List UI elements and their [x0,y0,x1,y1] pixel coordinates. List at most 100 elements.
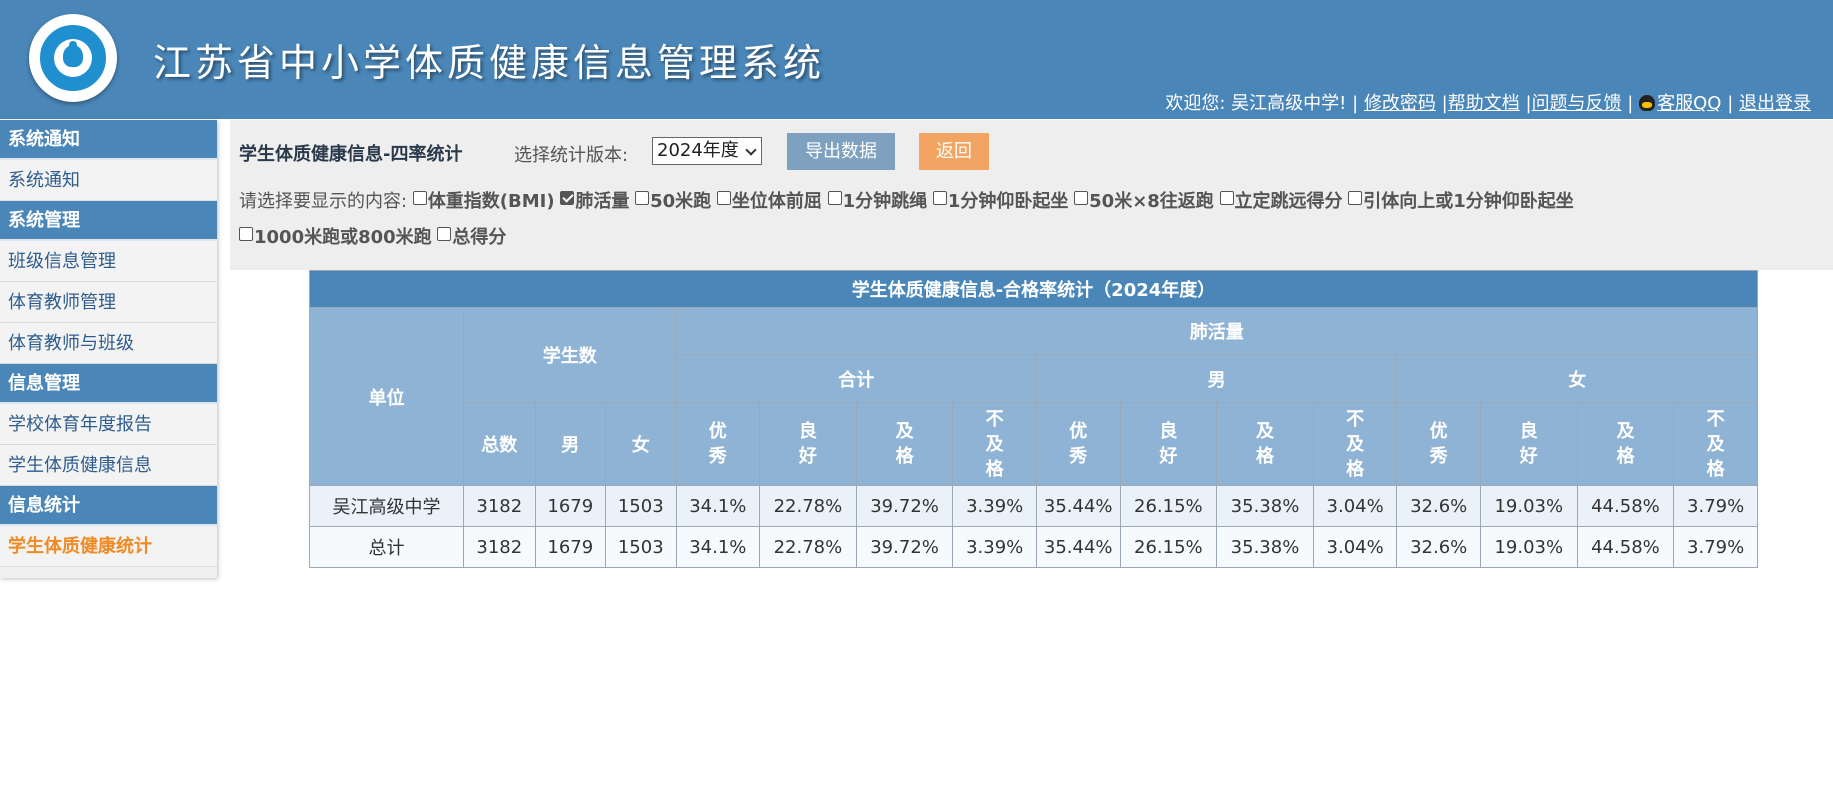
sidebar-item-health-info[interactable]: 学生体质健康信息 [0,445,217,486]
system-title: 江苏省中小学体质健康信息管理系统 [153,41,826,85]
sidebar-item-teacher-class[interactable]: 体育教师与班级 [0,323,217,364]
chevron-down-icon [745,144,757,156]
count-header-male: 男 [534,402,607,486]
cell-male: 1679 [534,485,607,527]
unit-header: 单位 [308,307,465,486]
option-6[interactable]: 50米×8往返跑 [1074,191,1214,212]
checkbox-icon[interactable] [827,191,842,205]
toolbar: 学生体质健康信息-四率统计 选择统计版本: 2024年度 导出数据 返回 请选择… [230,120,1833,270]
cell-girls: 19.03% [1479,485,1578,527]
cell-boys: 35.38% [1216,526,1314,568]
checkbox-icon[interactable] [932,191,947,205]
qq-service-link[interactable]: 客服QQ [1657,93,1721,114]
welcome-text: 欢迎您: 吴江高级中学! [1165,93,1347,114]
grade-header: 不 及 格 [1312,402,1398,486]
checkbox-icon[interactable] [560,191,575,205]
metric-header: 肺活量 [675,307,1759,355]
option-8[interactable]: 引体向上或1分钟仰卧起坐 [1348,191,1574,212]
cell-total: 3182 [463,526,536,568]
logout-link[interactable]: 退出登录 [1739,93,1811,114]
cell-boys: 35.44% [1035,526,1121,568]
version-select[interactable]: 2024年度 [652,137,762,165]
version-label: 选择统计版本: [514,145,629,166]
cell-female: 1503 [605,526,677,568]
checkbox-icon[interactable] [1348,191,1363,205]
cell-boys: 35.44% [1035,485,1121,527]
grade-header: 良 好 [1119,402,1218,486]
cell-unit: 吴江高级中学 [308,485,465,527]
checkbox-icon[interactable] [1074,191,1089,205]
sidebar-section-stats[interactable]: 信息统计 [0,486,217,526]
option-3[interactable]: 坐位体前屈 [716,191,822,212]
count-header-female: 女 [605,402,677,486]
qq-penguin-icon [1639,95,1656,111]
cell-boys: 26.15% [1119,485,1218,527]
grade-header: 及 格 [855,402,954,486]
checkbox-icon[interactable] [437,227,452,241]
header-bar: 江苏省中小学体质健康信息管理系统 欢迎您: 吴江高级中学! | 修改密码 |帮助… [0,0,1833,119]
cell-girls: 44.58% [1576,526,1675,568]
sidebar-section-info[interactable]: 信息管理 [0,364,217,404]
grade-header: 良 好 [1479,402,1578,486]
grade-header: 及 格 [1576,402,1675,486]
user-bar: 欢迎您: 吴江高级中学! | 修改密码 |帮助文档 |问题与反馈 | 客服QQ … [1165,93,1811,114]
sidebar-item-pe-teacher[interactable]: 体育教师管理 [0,282,217,323]
checkbox-icon[interactable] [716,191,731,205]
sidebar-section-notice[interactable]: 系统通知 [0,120,217,160]
sidebar-section-system[interactable]: 系统管理 [0,201,217,241]
option-9[interactable]: 1000米跑或800米跑 [239,227,432,248]
students-header: 学生数 [463,307,677,403]
option-2[interactable]: 50米跑 [635,191,711,212]
group-header-male: 男 [1035,354,1398,403]
change-password-link[interactable]: 修改密码 [1364,93,1436,114]
cell-all: 22.78% [759,526,857,568]
option-4[interactable]: 1分钟跳绳 [827,191,927,212]
export-button[interactable]: 导出数据 [787,133,895,170]
option-label: 立定跳远得分 [1234,191,1343,212]
checkbox-icon[interactable] [412,191,427,205]
checkbox-icon[interactable] [635,191,650,205]
table-caption: 学生体质健康信息-合格率统计（2024年度） [309,270,1758,308]
grade-header: 及 格 [1216,402,1314,486]
option-5[interactable]: 1分钟仰卧起坐 [932,191,1069,212]
choose-label: 请选择要显示的内容: [239,191,408,212]
sidebar-item-notice[interactable]: 系统通知 [0,160,217,201]
option-1[interactable]: 肺活量 [560,191,629,212]
option-label: 总得分 [452,227,507,248]
cell-all: 3.39% [952,526,1037,568]
option-10[interactable]: 总得分 [437,227,506,248]
option-0[interactable]: 体重指数(BMI) [412,191,555,212]
option-label: 50米跑 [650,191,712,212]
option-label: 引体向上或1分钟仰卧起坐 [1363,191,1574,212]
table-row: 吴江高级中学 3182 1679 1503 34.1% 22.78% 39.72% 3.39%… [308,485,1758,527]
group-header-female: 女 [1396,354,1758,403]
cell-boys: 3.04% [1312,485,1398,527]
cell-male: 1679 [534,526,607,568]
cell-all: 39.72% [855,485,954,527]
grade-header: 优 秀 [1035,402,1121,486]
option-label: 坐位体前屈 [731,191,822,212]
checkbox-icon[interactable] [239,227,253,241]
cell-girls: 3.79% [1673,485,1758,527]
grade-header: 优 秀 [1396,402,1481,486]
grade-header: 不 及 格 [1673,402,1758,486]
count-header-total: 总数 [463,402,536,486]
cell-boys: 3.04% [1312,526,1398,568]
help-link[interactable]: 帮助文档 [1448,93,1520,114]
sidebar-item-class-info[interactable]: 班级信息管理 [0,241,217,282]
cell-all: 34.1% [675,485,761,527]
cell-female: 1503 [605,485,677,527]
cell-girls: 44.58% [1576,485,1675,527]
display-options: 请选择要显示的内容: 体重指数(BMI) 肺活量 50米跑 坐位体前屈 1分钟跳… [239,184,1679,256]
cell-total: 3182 [463,485,536,527]
checkbox-icon[interactable] [1219,191,1234,205]
back-button[interactable]: 返回 [919,133,989,170]
feedback-link[interactable]: 问题与反馈 [1532,93,1622,114]
option-7[interactable]: 立定跳远得分 [1219,191,1343,212]
cell-girls: 32.6% [1396,485,1481,527]
option-label: 1分钟仰卧起坐 [947,191,1069,212]
sidebar-item-health-stats[interactable]: 学生体质健康统计 [0,526,217,567]
cell-all: 22.78% [759,485,857,527]
grade-header: 不 及 格 [952,402,1037,486]
sidebar-item-annual-report[interactable]: 学校体育年度报告 [0,404,217,445]
